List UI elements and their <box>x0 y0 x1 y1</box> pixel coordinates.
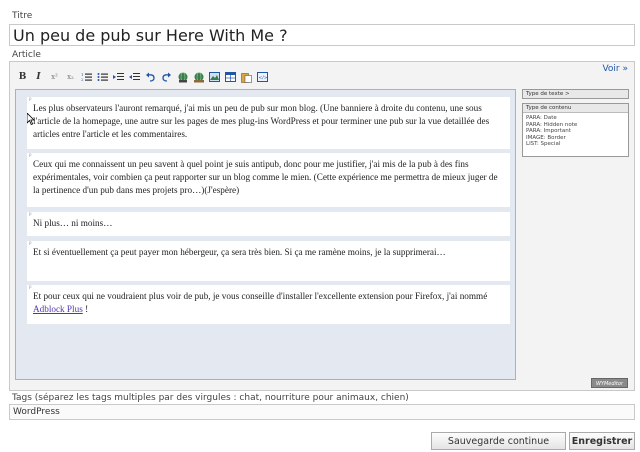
html-source-button[interactable]: </> <box>256 71 269 84</box>
paragraph-marker: p <box>29 97 32 102</box>
voir-link[interactable]: Voir » <box>602 64 628 74</box>
adblock-plus-link[interactable]: Adblock Plus <box>33 304 83 314</box>
paste-button[interactable] <box>240 71 253 84</box>
paragraph-marker: p <box>29 241 32 246</box>
html-icon: </> <box>257 72 268 82</box>
paragraph-2[interactable]: p Ceux qui me connaissent un peu savent … <box>27 153 510 207</box>
indent-button[interactable] <box>112 71 125 84</box>
ordered-list-button[interactable]: 12 <box>80 71 93 84</box>
paragraph-text: Les plus observateurs l'auront remarqué,… <box>33 103 490 139</box>
article-label: Article <box>12 50 41 60</box>
content-type-item[interactable]: LIST: Special <box>523 141 628 148</box>
ordered-list-icon: 12 <box>81 72 92 82</box>
italic-button[interactable]: I <box>32 71 45 84</box>
paragraph-marker: p <box>29 153 32 158</box>
paste-icon <box>241 72 252 83</box>
table-icon <box>225 72 236 82</box>
link-icon <box>178 71 187 82</box>
image-icon <box>209 72 220 82</box>
unlink-icon <box>193 71 204 82</box>
svg-text:2: 2 <box>81 77 84 82</box>
text-cursor-icon <box>27 113 35 125</box>
text-type-header[interactable]: Type de texte > <box>523 90 628 98</box>
content-type-panel: Type de contenu PARA: Date PARA: Hidden … <box>522 103 629 157</box>
redo-button[interactable] <box>160 71 173 84</box>
title-label: Titre <box>12 11 33 21</box>
text-type-panel[interactable]: Type de texte > <box>522 89 629 99</box>
paragraph-1[interactable]: p Les plus observateurs l'auront remarqu… <box>27 97 510 149</box>
paragraph-text-after: ! <box>82 304 89 314</box>
svg-text:</>: </> <box>259 75 268 81</box>
unlink-button[interactable] <box>192 71 205 84</box>
undo-button[interactable] <box>144 71 157 84</box>
editor-content-area[interactable]: p Les plus observateurs l'auront remarqu… <box>15 89 516 380</box>
article-editor: Voir » B I x² x₂ 12 </> p Les plus obser… <box>9 61 635 391</box>
insert-image-button[interactable] <box>208 71 221 84</box>
outdent-icon <box>129 73 140 80</box>
unordered-list-icon <box>97 73 108 81</box>
content-type-header: Type de contenu <box>523 104 628 113</box>
undo-icon <box>146 72 155 82</box>
paragraph-text: Ceux qui me connaissent un peu savent à … <box>33 159 498 195</box>
tags-input[interactable]: WordPress <box>9 404 635 420</box>
editor-toolbar: B I x² x₂ 12 </> <box>16 70 269 84</box>
unordered-list-button[interactable] <box>96 71 109 84</box>
save-button[interactable]: Enregistrer <box>569 432 635 450</box>
paragraph-marker: p <box>29 212 32 217</box>
paragraph-text-before: Et pour ceux qui ne voudraient plus voir… <box>33 291 488 301</box>
title-input[interactable]: Un peu de pub sur Here With Me ? <box>9 24 635 46</box>
redo-icon <box>162 72 171 82</box>
link-button[interactable] <box>176 71 189 84</box>
superscript-button[interactable]: x² <box>48 71 61 84</box>
paragraph-4[interactable]: p Et si éventuellement ça peut payer mon… <box>27 241 510 281</box>
paragraph-5[interactable]: p Et pour ceux qui ne voudraient plus vo… <box>27 285 510 324</box>
outdent-button[interactable] <box>128 71 141 84</box>
wymeditor-badge[interactable]: WYMeditor <box>591 378 628 388</box>
insert-table-button[interactable] <box>224 71 237 84</box>
paragraph-text: Et si éventuellement ça peut payer mon h… <box>33 247 446 257</box>
paragraph-3[interactable]: p Ni plus… ni moins… <box>27 212 510 236</box>
tags-label: Tags (séparez les tags multiples par des… <box>12 393 409 403</box>
paragraph-text: Ni plus… ni moins… <box>33 218 113 228</box>
paragraph-marker: p <box>29 285 32 290</box>
bold-button[interactable]: B <box>16 71 29 84</box>
indent-icon <box>113 73 124 80</box>
subscript-button[interactable]: x₂ <box>64 71 77 84</box>
save-continue-button[interactable]: Sauvegarde continue <box>431 432 566 450</box>
